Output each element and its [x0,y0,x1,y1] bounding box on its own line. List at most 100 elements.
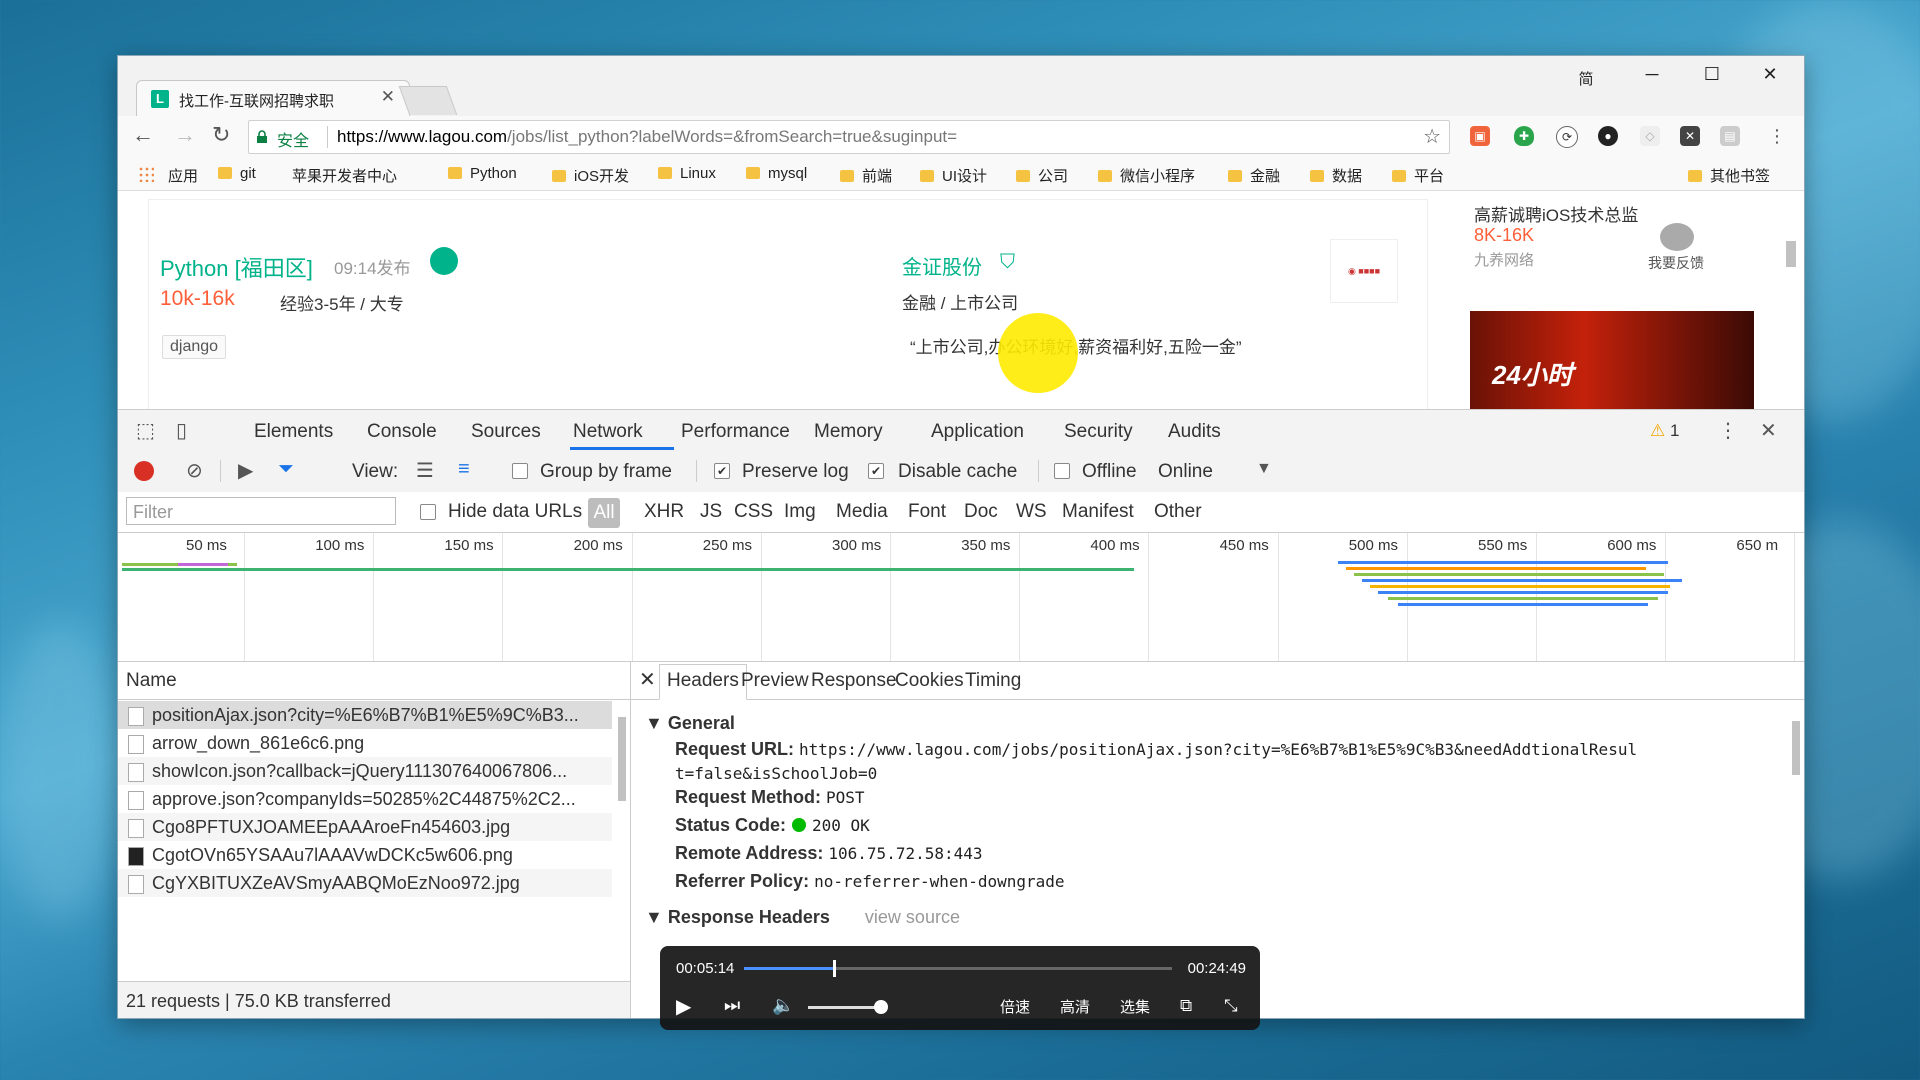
tab-headers[interactable]: Headers [667,670,739,692]
bookmark-ui[interactable]: UI设计 [920,165,987,186]
large-rows-icon[interactable]: ☰ [416,458,434,483]
job-tag[interactable]: django [162,335,227,359]
throttling-select[interactable]: Online [1158,461,1213,483]
new-tab-button[interactable] [398,86,458,115]
general-section-toggle[interactable]: ▼ General [645,713,735,734]
pip-icon[interactable]: ⧉ [1180,996,1192,1016]
bookmark-other[interactable]: 其他书签 [1688,165,1770,186]
overview-icon[interactable]: ≡ [458,458,470,481]
job-title-link[interactable]: Python [福田区] [160,251,313,283]
record-button[interactable] [134,461,154,481]
feedback-bubble-icon[interactable] [1660,223,1694,251]
bookmark-ios[interactable]: iOS开发 [552,165,629,186]
inspect-element-icon[interactable]: ⬚ [136,418,155,443]
offline-checkbox[interactable] [1054,463,1070,479]
bookmark-frontend[interactable]: 前端 [840,165,892,186]
tab-sources[interactable]: Sources [471,421,541,443]
page-scrollbar[interactable] [1786,241,1796,267]
bookmark-miniprogram[interactable]: 微信小程序 [1098,165,1195,186]
adblock-shield-icon[interactable]: ✚ [1514,126,1534,146]
details-scrollbar[interactable] [1792,721,1800,775]
hide-data-urls-checkbox[interactable] [420,504,436,520]
request-row[interactable]: CgYXBITUXZeAVSmyAABQMoEzNoo972.jpg [118,869,612,897]
tab-response[interactable]: Response [811,670,897,692]
network-timeline-overview[interactable]: 50 ms 100 ms 150 ms 200 ms 250 ms 300 ms 350 m… [118,533,1804,662]
close-window-icon[interactable]: ✕ [1750,64,1790,85]
capture-screenshots-icon[interactable]: ▶ [238,458,253,483]
tab-performance[interactable]: Performance [681,421,790,443]
group-by-frame-checkbox[interactable] [512,463,528,479]
browser-tab[interactable]: L 找工作-互联网招聘求职 ✕ [136,80,410,117]
filter-funnel-icon[interactable]: ⏷ [278,458,294,481]
request-row[interactable]: approve.json?companyIds=50285%2C44875%2C… [118,785,612,813]
devtools-close-icon[interactable]: ✕ [1760,418,1777,443]
bookmark-apps[interactable]: 应用 [168,165,198,186]
bookmark-python[interactable]: Python [448,165,517,182]
exit-fullscreen-icon[interactable]: ⤡ [1224,996,1238,1016]
bookmark-data[interactable]: 数据 [1310,165,1362,186]
side-job-title[interactable]: 高薪诚聘iOS技术总监 [1474,201,1638,226]
sync-icon[interactable]: ⟳ [1556,126,1578,148]
volume-knob[interactable] [874,1000,888,1014]
extension-icon-7[interactable]: ▤ [1720,126,1740,146]
tab-elements[interactable]: Elements [254,421,333,443]
filter-input[interactable]: Filter [126,497,396,525]
tab-audits[interactable]: Audits [1168,421,1221,443]
bookmark-company[interactable]: 公司 [1016,165,1068,186]
type-filter-doc[interactable]: Doc [964,501,998,523]
type-filter-img[interactable]: Img [784,501,816,523]
type-filter-manifest[interactable]: Manifest [1062,501,1134,523]
bookmark-git[interactable]: git [218,165,256,182]
tab-security[interactable]: Security [1064,421,1133,443]
bookmark-linux[interactable]: Linux [658,165,716,182]
bookmark-platform[interactable]: 平台 [1392,165,1444,186]
forward-icon[interactable]: → [174,122,196,148]
request-row[interactable]: positionAjax.json?city=%E6%B7%B1%E5%9C%B… [118,701,612,729]
tab-console[interactable]: Console [367,421,437,443]
apps-grid-icon[interactable] [138,166,154,182]
tab-network[interactable]: Network [573,421,643,443]
ad-banner[interactable]: 24小时 [1470,311,1754,409]
tab-cookies[interactable]: Cookies [895,670,964,692]
type-filter-xhr[interactable]: XHR [644,501,684,523]
minimize-icon[interactable]: ─ [1632,64,1672,85]
bookmark-apple-dev[interactable]: 苹果开发者中心 [284,165,397,186]
request-row[interactable]: arrow_down_861e6c6.png [118,729,612,757]
preserve-log-checkbox[interactable]: ✔ [714,463,730,479]
device-toggle-icon[interactable]: ▯ [176,418,187,443]
tab-application[interactable]: Application [931,421,1024,443]
response-headers-toggle[interactable]: ▼ Response Headers view source [645,907,960,928]
clear-icon[interactable]: ⊘ [186,458,203,483]
bookmark-finance[interactable]: 金融 [1228,165,1280,186]
extension-icon-5[interactable]: ◇ [1640,126,1660,146]
type-filter-media[interactable]: Media [836,501,888,523]
tab-memory[interactable]: Memory [814,421,883,443]
disable-cache-checkbox[interactable]: ✔ [868,463,884,479]
close-details-icon[interactable]: ✕ [639,667,656,692]
feedback-link[interactable]: 我要反馈 [1648,253,1704,273]
devtools-menu-icon[interactable]: ⋮ [1718,418,1738,443]
type-filter-font[interactable]: Font [908,501,946,523]
extension-icon-6[interactable]: ✕ [1680,126,1700,146]
extension-icon-1[interactable]: ▣ [1470,126,1490,146]
speed-button[interactable]: 倍速 [1000,996,1030,1017]
next-icon[interactable]: ⏭ [724,995,740,1016]
type-filter-css[interactable]: CSS [734,501,773,523]
company-logo[interactable]: ◉ ■■■■ [1330,239,1398,303]
tab-timing[interactable]: Timing [965,670,1021,692]
progress-bar[interactable] [744,960,1172,977]
tab-close-icon[interactable]: ✕ [381,87,395,107]
company-link[interactable]: 金证股份 [902,251,982,280]
type-filter-other[interactable]: Other [1154,501,1202,523]
request-row[interactable]: CgotOVn65YSAAu7lAAAVwDCKc5w606.png [118,841,612,869]
address-bar[interactable]: 安全 https://www.lagou.com/jobs/list_pytho… [248,120,1450,154]
name-column-header[interactable]: Name [118,661,630,700]
episodes-button[interactable]: 选集 [1120,996,1150,1017]
reload-icon[interactable]: ↻ [212,122,230,148]
type-filter-ws[interactable]: WS [1016,501,1047,523]
maximize-icon[interactable]: ☐ [1692,64,1732,85]
type-filter-all[interactable]: All [588,498,620,528]
request-list-scrollbar[interactable] [618,717,626,801]
play-icon[interactable]: ▶ [676,994,691,1019]
bookmark-mysql[interactable]: mysql [746,165,807,182]
